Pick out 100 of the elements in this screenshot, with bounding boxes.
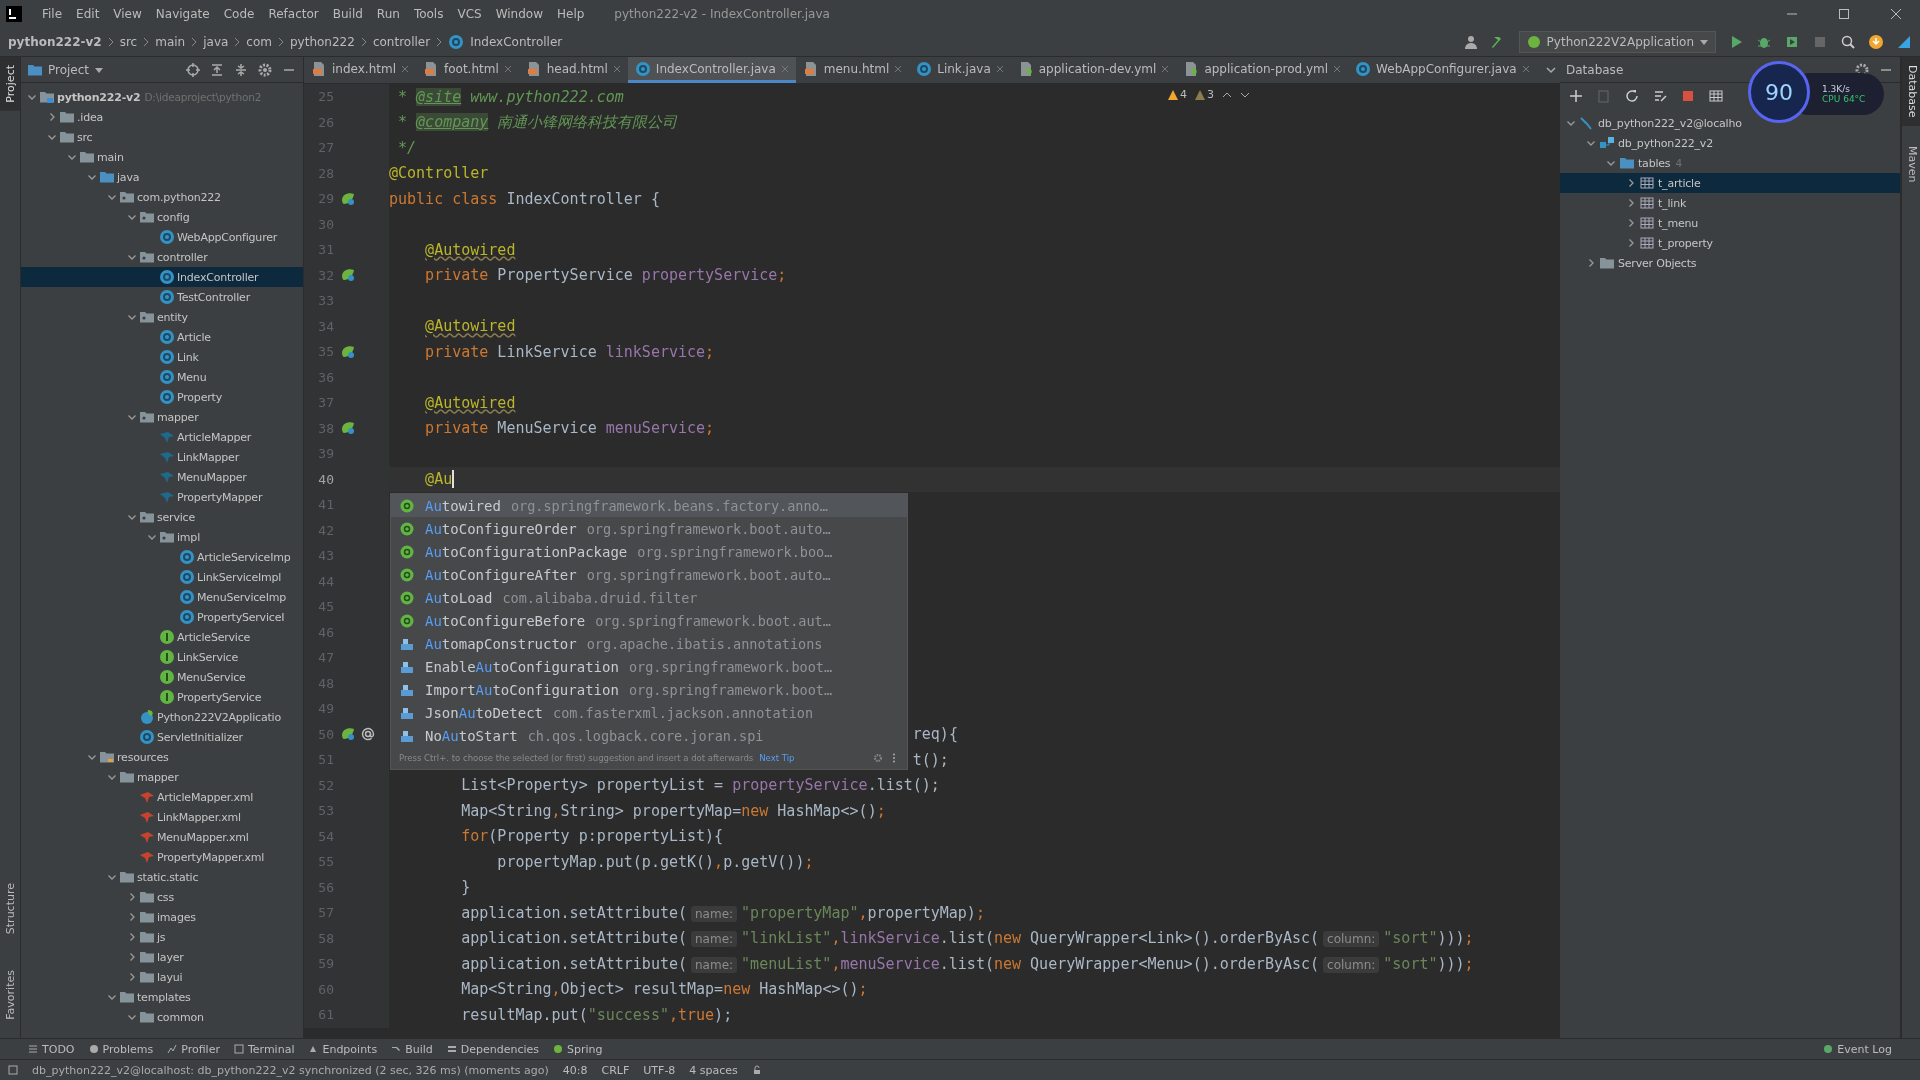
tree-item[interactable]: LinkMapper.xml (21, 807, 303, 827)
tool-window-tab[interactable]: Structure (0, 875, 20, 943)
editor-tab[interactable]: foot.html (416, 57, 519, 83)
tree-item[interactable]: service (21, 507, 303, 527)
breadcrumb-item[interactable]: python222 (290, 35, 355, 49)
tree-item[interactable]: images (21, 907, 303, 927)
tree-item[interactable]: mapper (21, 407, 303, 427)
expand-all-icon[interactable] (209, 61, 225, 78)
close-icon[interactable] (1333, 64, 1342, 73)
panel-title[interactable]: Project (48, 62, 90, 77)
add-icon[interactable] (1568, 88, 1584, 104)
chevron-icon[interactable] (47, 132, 57, 142)
tree-item[interactable]: layer (21, 947, 303, 967)
chevron-icon[interactable] (87, 172, 97, 182)
tree-item[interactable]: Article (21, 327, 303, 347)
chevron-icon[interactable] (27, 92, 37, 102)
collapse-all-icon[interactable] (233, 61, 249, 78)
tree-item[interactable]: Property (21, 387, 303, 407)
tree-item[interactable]: .idea (21, 107, 303, 127)
refresh-icon[interactable] (1624, 88, 1640, 104)
event-log-button[interactable]: Event Log (1823, 1042, 1892, 1056)
close-icon[interactable] (995, 64, 1004, 73)
bean-icon[interactable] (340, 420, 356, 437)
run-configuration-dropdown[interactable]: Python222V2Application (1518, 31, 1716, 53)
chevron-icon[interactable] (107, 772, 117, 782)
editor-tab[interactable]: Link.java (909, 57, 1011, 83)
breadcrumb-item[interactable]: controller (372, 35, 431, 49)
tree-item[interactable]: t_property (1560, 233, 1900, 253)
tree-item[interactable]: java (21, 167, 303, 187)
chevron-icon[interactable] (1626, 218, 1636, 228)
tool-window-button[interactable]: Terminal (233, 1042, 295, 1056)
close-icon[interactable] (1890, 8, 1902, 20)
bean-icon[interactable] (340, 267, 356, 284)
chevron-icon[interactable] (127, 1012, 137, 1022)
editor-tab[interactable]: application-prod.yml (1176, 57, 1349, 83)
chevron-icon[interactable] (127, 892, 137, 902)
editor-tab[interactable]: head.html (518, 57, 628, 83)
tool-window-button[interactable]: Problems (88, 1042, 154, 1056)
status-item[interactable]: 40:8 (562, 1063, 588, 1077)
close-icon[interactable] (612, 64, 621, 73)
bean-icon[interactable] (340, 190, 356, 207)
edit-icon[interactable] (1652, 88, 1668, 104)
chevron-icon[interactable] (1586, 138, 1596, 148)
tool-window-button[interactable]: Profiler (167, 1042, 220, 1056)
suggestion-item[interactable]: AutomapConstructor org.apache.ibatis.annotations (391, 632, 907, 655)
suggestion-item[interactable]: JsonAutoDetect com.fasterxml.jackson.annotation (391, 701, 907, 724)
chevron-icon[interactable] (107, 872, 117, 882)
close-icon[interactable] (401, 64, 409, 73)
tree-item[interactable]: LinkMapper (21, 447, 303, 467)
suggestion-item[interactable]: NoAutoStart ch.qos.logback.core.joran.spi (391, 724, 907, 747)
tree-item[interactable]: config (21, 207, 303, 227)
menubar-entry[interactable]: Edit (70, 7, 106, 21)
tree-item[interactable]: entity (21, 307, 303, 327)
tree-item[interactable]: ArticleServiceImp (21, 547, 303, 567)
tree-item[interactable]: t_link (1560, 193, 1900, 213)
maximize-icon[interactable] (1838, 8, 1850, 20)
suggestion-item[interactable]: AutoConfigureBefore org.springframework.boot.aut… (391, 609, 907, 632)
tree-item[interactable]: ArticleMapper (21, 427, 303, 447)
tree-item[interactable]: main (21, 147, 303, 167)
tree-item[interactable]: css (21, 887, 303, 907)
tree-item[interactable]: static.static (21, 867, 303, 887)
chevron-icon[interactable] (127, 912, 137, 922)
chevron-icon[interactable] (127, 212, 137, 222)
tree-item[interactable]: MenuMapper (21, 467, 303, 487)
coverage-icon[interactable] (1784, 34, 1800, 50)
tree-item[interactable]: Menu (21, 367, 303, 387)
tree-item[interactable]: ServletInitializer (21, 727, 303, 747)
tree-item[interactable]: common (21, 1007, 303, 1027)
chevron-icon[interactable] (127, 412, 137, 422)
tool-window-button[interactable]: TODO (28, 1042, 75, 1056)
breadcrumb-item[interactable]: IndexController (470, 35, 563, 49)
chevron-icon[interactable] (127, 952, 137, 962)
chevron-icon[interactable] (127, 932, 137, 942)
suggestion-item[interactable]: AutoConfigureAfter org.springframework.boot.auto… (391, 563, 907, 586)
chevron-icon[interactable] (127, 312, 137, 322)
web-mapping-icon[interactable] (360, 726, 376, 743)
menubar-entry[interactable]: Build (326, 7, 369, 21)
close-icon[interactable] (1521, 64, 1530, 73)
status-item[interactable]: UTF-8 (643, 1063, 676, 1077)
chevron-icon[interactable] (127, 972, 137, 982)
tree-item[interactable]: layui (21, 967, 303, 987)
menubar-entry[interactable]: Window (489, 7, 549, 21)
status-item[interactable]: CRLF (601, 1063, 630, 1077)
chevron-icon[interactable] (87, 752, 97, 762)
stop-icon[interactable] (1680, 88, 1696, 104)
tree-item[interactable]: LinkServiceImpl (21, 567, 303, 587)
tree-item[interactable]: ArticleService (21, 627, 303, 647)
panel-toggle-icon[interactable] (8, 1065, 18, 1075)
tree-item[interactable]: db_python222_v2@localho (1560, 113, 1900, 133)
editor-tab[interactable]: application-dev.yml (1010, 57, 1177, 83)
tool-window-button[interactable]: Endpoints (308, 1042, 378, 1056)
tree-item[interactable]: PropertyMapper (21, 487, 303, 507)
tree-item[interactable]: com.python222 (21, 187, 303, 207)
tree-item[interactable]: impl (21, 527, 303, 547)
inspection-count[interactable]: 3 (1195, 88, 1214, 101)
chevron-icon[interactable] (1626, 198, 1636, 208)
inspection-count[interactable]: 4 (1168, 88, 1187, 101)
breadcrumb-item[interactable]: main (155, 35, 186, 49)
tree-item[interactable]: PropertyService (21, 687, 303, 707)
tree-item[interactable]: db_python222_v2 (1560, 133, 1900, 153)
